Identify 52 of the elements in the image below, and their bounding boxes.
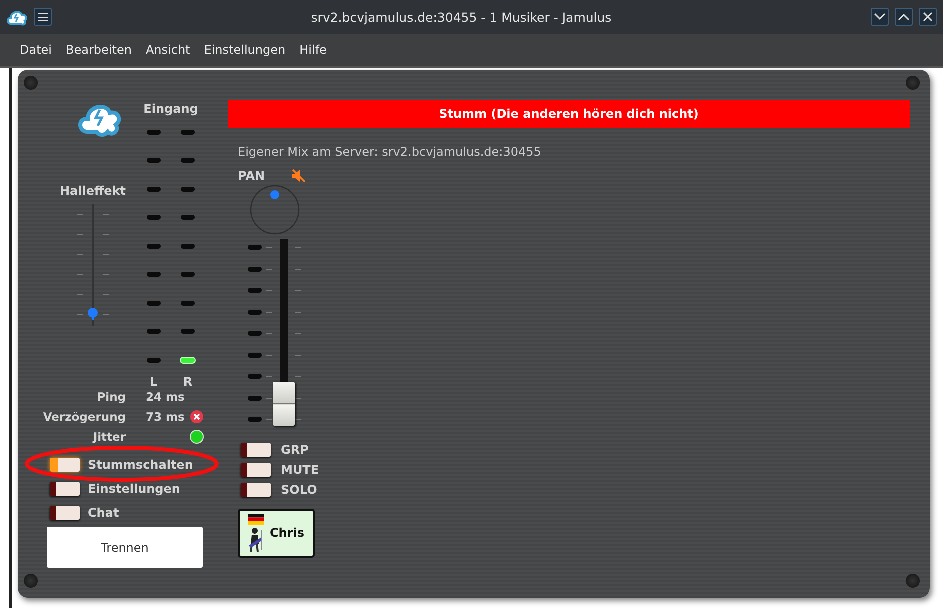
input-meter-title: Eingang xyxy=(144,102,198,116)
menu-icon xyxy=(38,12,48,22)
mix-label: Eigener Mix am Server: srv2.bcvjamulus.de:30455 xyxy=(238,145,542,159)
window-title: srv2.bcvjamulus.de:30455 - 1 Musiker - Jamulus xyxy=(310,10,613,24)
stat-value: 73 ms xyxy=(146,410,186,424)
screw-icon xyxy=(24,76,38,90)
guitarist-icon xyxy=(248,526,266,552)
toggle-button[interactable] xyxy=(241,442,271,456)
chevron-down-icon xyxy=(874,13,886,21)
toggle-button[interactable] xyxy=(50,506,80,520)
stat-label: Ping xyxy=(96,390,126,404)
toggle-label: Chat xyxy=(88,506,120,520)
menu-item[interactable]: Bearbeiten xyxy=(59,43,139,57)
fader-track[interactable] xyxy=(280,239,288,382)
menu-item[interactable]: Hilfe xyxy=(292,43,334,57)
toggle-button[interactable] xyxy=(241,462,271,476)
close-icon xyxy=(923,12,933,22)
musician-name: Chris xyxy=(270,526,305,540)
stat-label: Verzögerung xyxy=(42,410,126,424)
screw-icon xyxy=(906,76,920,90)
screw-icon xyxy=(24,574,38,588)
toggle-label: GRP xyxy=(281,442,309,456)
pan-label: PAN xyxy=(238,169,266,183)
toggle-label: Stummschalten xyxy=(88,458,194,472)
channel-label: R xyxy=(183,374,193,388)
menu-button[interactable] xyxy=(34,8,52,26)
channel-label: L xyxy=(150,374,158,388)
minimize-button[interactable] xyxy=(871,8,889,26)
close-button[interactable] xyxy=(919,8,937,26)
error-icon xyxy=(190,410,204,424)
toggle-button[interactable] xyxy=(50,482,80,496)
mute-banner: Stumm (Die anderen hören dich nicht) xyxy=(228,100,910,128)
toggle-button[interactable] xyxy=(50,458,80,472)
maximize-button[interactable] xyxy=(895,8,913,26)
slider-thumb[interactable] xyxy=(87,308,99,320)
stat-value: 24 ms xyxy=(146,390,186,404)
menu-item[interactable]: Datei xyxy=(13,43,60,57)
screw-icon xyxy=(906,574,920,588)
stat-label: Jitter xyxy=(92,430,126,444)
disconnect-button[interactable]: Trennen xyxy=(47,527,203,568)
fader-thumb[interactable] xyxy=(273,382,295,426)
toggle-label: MUTE xyxy=(281,462,320,476)
toggle-label: SOLO xyxy=(281,482,318,496)
flag-icon xyxy=(248,514,264,524)
reverb-label: Halleffekt xyxy=(60,184,126,198)
toggle-button[interactable] xyxy=(241,482,271,496)
toggle-label: Einstellungen xyxy=(88,482,180,496)
status-dot xyxy=(190,430,204,444)
chevron-up-icon xyxy=(898,13,910,21)
menu-item[interactable]: Einstellungen xyxy=(197,43,293,57)
pan-knob[interactable] xyxy=(250,185,300,235)
menu-item[interactable]: Ansicht xyxy=(138,43,198,57)
